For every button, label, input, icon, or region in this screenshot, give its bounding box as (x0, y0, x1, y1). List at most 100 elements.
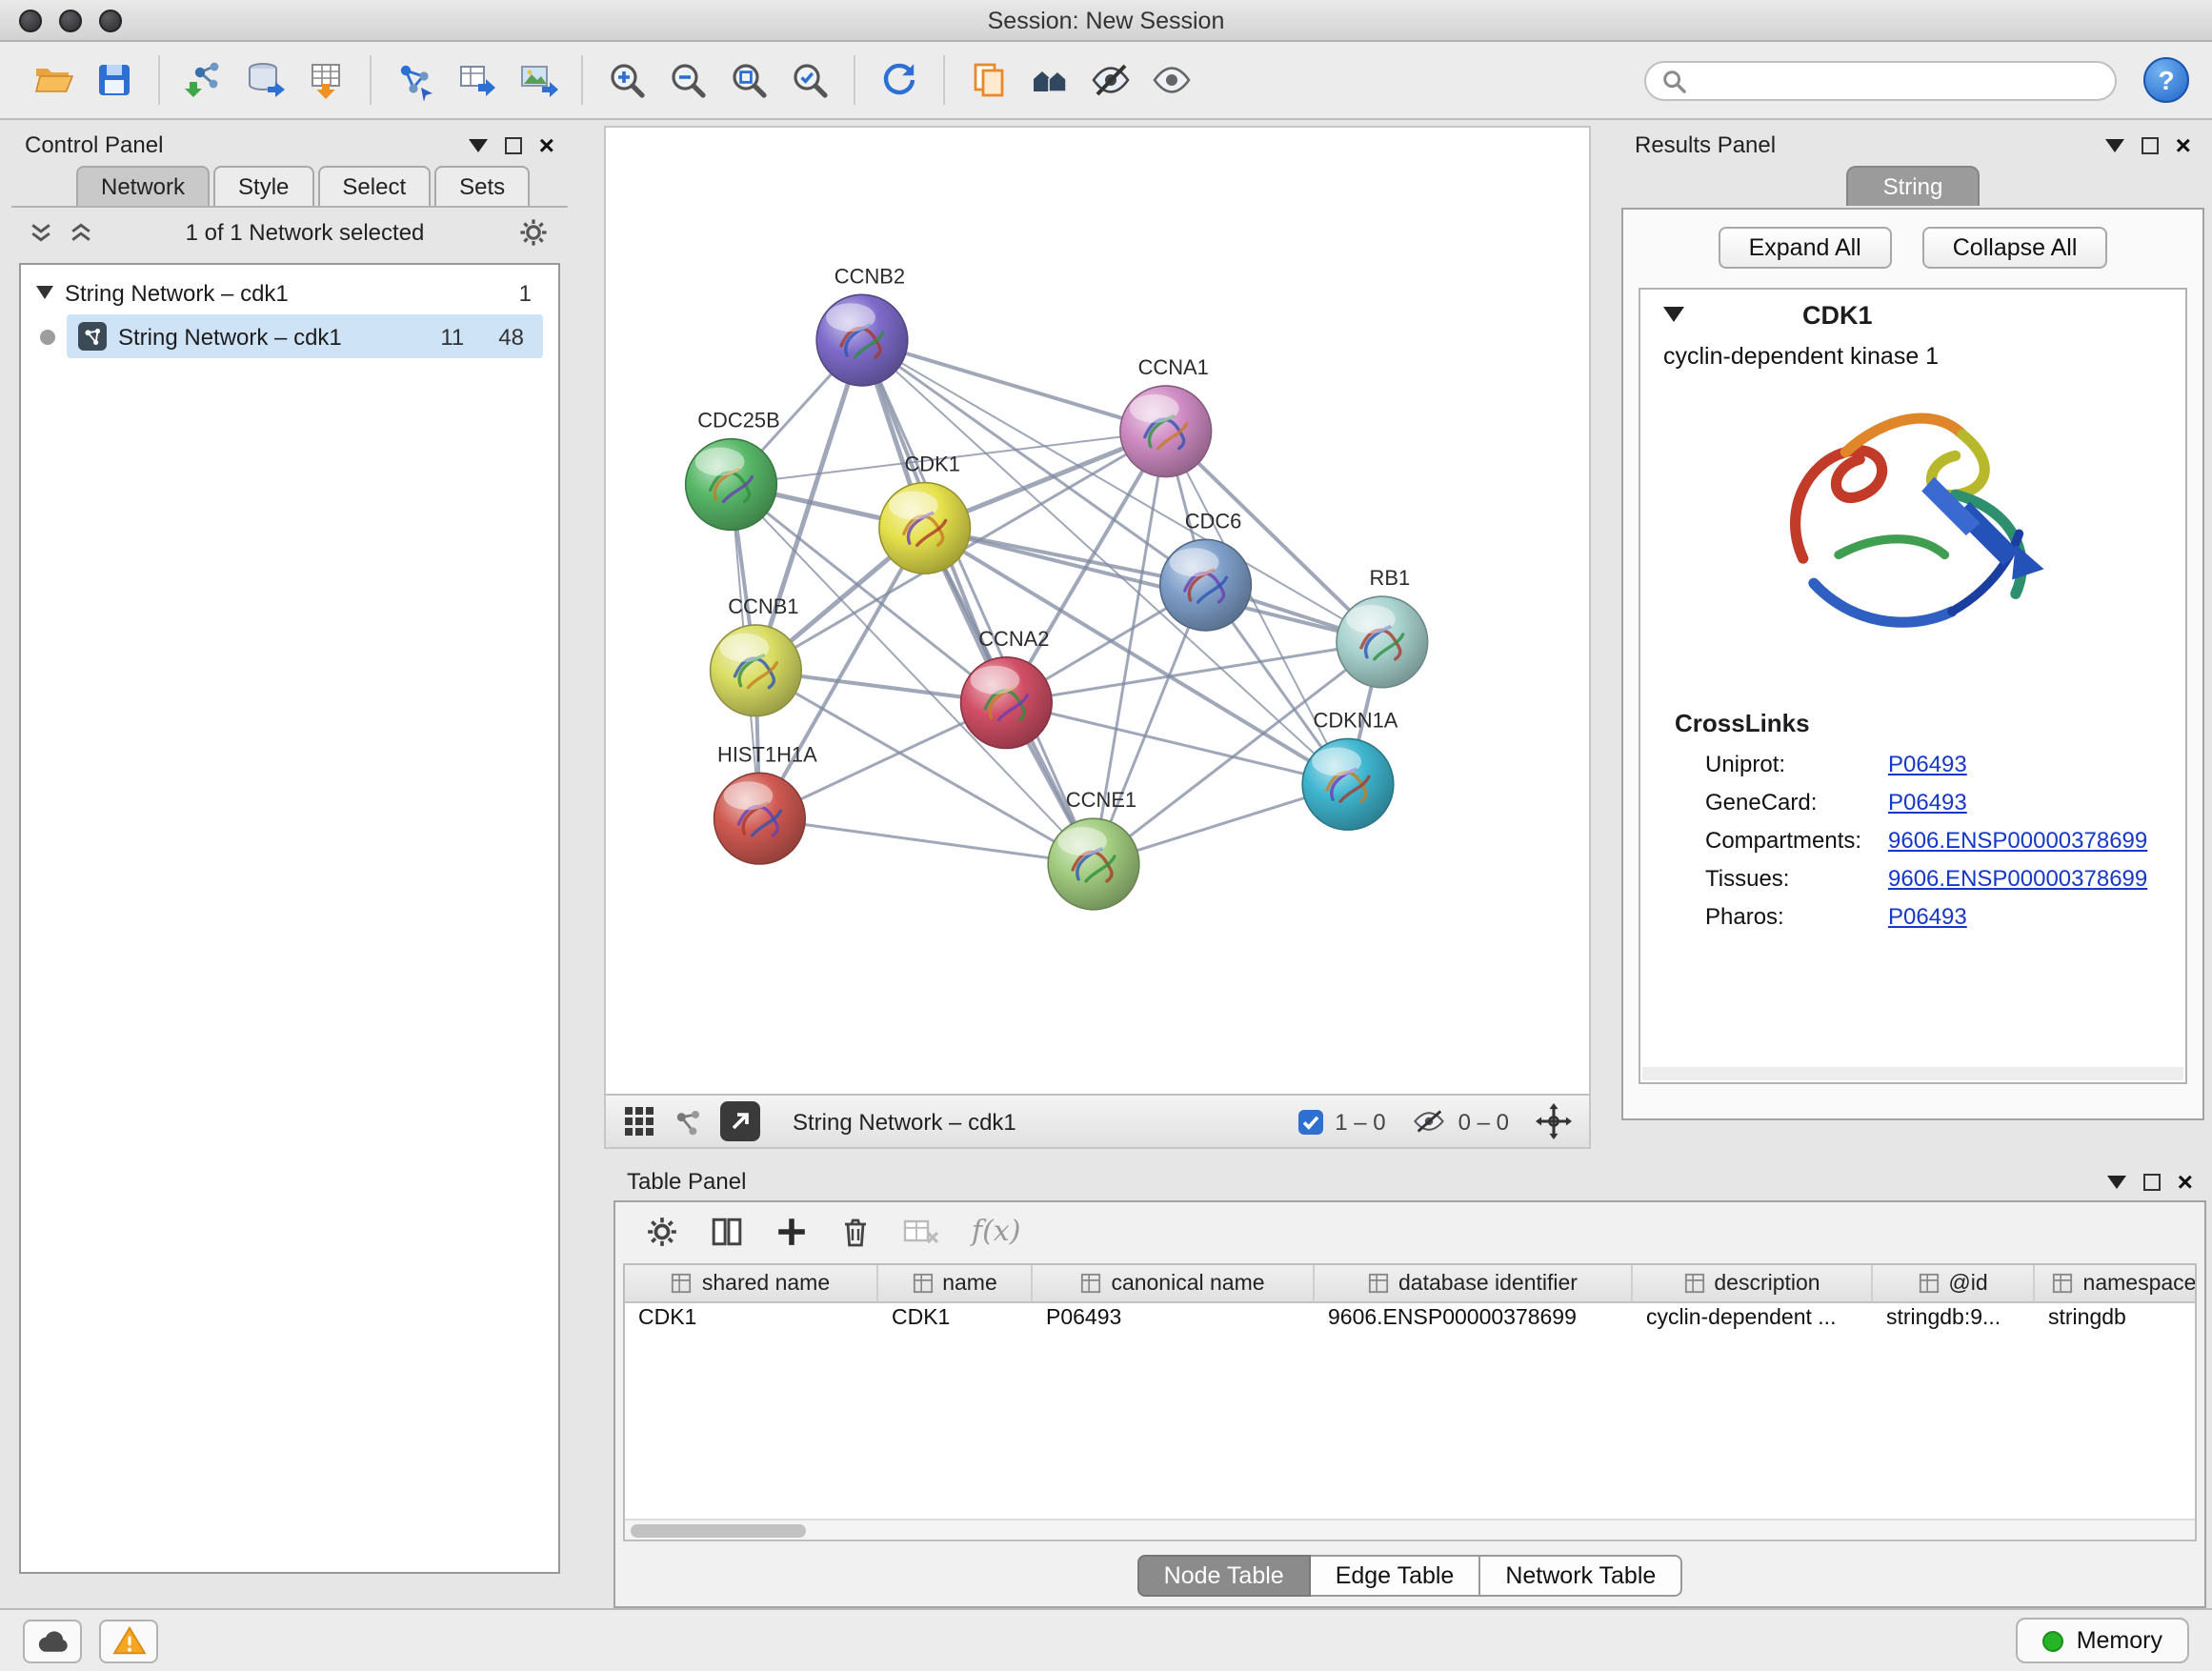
network-node-ccnb1[interactable]: CCNB1 (711, 594, 802, 716)
detach-view-button[interactable] (720, 1101, 760, 1141)
network-edge[interactable] (1006, 642, 1381, 703)
column-header-description[interactable]: description (1633, 1265, 1873, 1301)
table-cell[interactable]: cyclin-dependent ... (1633, 1303, 1873, 1341)
tab-style[interactable]: Style (213, 166, 313, 206)
expand-all-button[interactable]: Expand All (1719, 227, 1892, 269)
tab-sets[interactable]: Sets (434, 166, 530, 206)
network-node-cdc6[interactable]: CDC6 (1160, 509, 1252, 631)
add-column-icon[interactable] (775, 1215, 808, 1247)
open-session-button[interactable] (23, 50, 84, 111)
float-panel-icon[interactable] (2142, 136, 2159, 153)
apply-layout-button[interactable] (869, 50, 930, 111)
crosslink-value-link[interactable]: 9606.ENSP00000378699 (1888, 865, 2147, 892)
delete-column-trash-icon[interactable] (840, 1215, 871, 1247)
search-input[interactable] (1696, 69, 2100, 91)
section-collapse-caret-icon[interactable] (1663, 307, 1684, 322)
table-cell[interactable]: CDK1 (878, 1303, 1033, 1341)
memory-button[interactable]: Memory (2016, 1618, 2189, 1663)
column-header-database-identifier[interactable]: database identifier (1315, 1265, 1633, 1301)
tree-expand-caret-icon[interactable] (36, 286, 53, 299)
network-edge[interactable] (862, 340, 1094, 864)
tab-string[interactable]: String (1847, 166, 1980, 206)
panel-menu-caret-icon[interactable] (2105, 138, 2124, 151)
close-panel-icon[interactable]: × (2178, 1172, 2193, 1191)
zoom-fit-button[interactable] (718, 50, 779, 111)
hide-selected-button[interactable] (1080, 50, 1141, 111)
expand-all-icon[interactable] (70, 223, 91, 242)
show-all-button[interactable] (1141, 50, 1202, 111)
pan-crosshair-icon[interactable] (1536, 1103, 1572, 1139)
close-window-button[interactable] (19, 9, 42, 31)
hidden-eye-slash-icon[interactable] (1413, 1109, 1447, 1134)
table-cell[interactable]: 9606.ENSP00000378699 (1315, 1303, 1633, 1341)
zoom-selected-button[interactable] (779, 50, 840, 111)
minimize-window-button[interactable] (59, 9, 82, 31)
cloud-status-button[interactable] (23, 1619, 82, 1662)
table-cell[interactable]: stringdb:9... (1873, 1303, 2035, 1341)
function-builder-button[interactable]: f(x) (972, 1214, 1020, 1248)
table-tab-node-table[interactable]: Node Table (1137, 1555, 1311, 1597)
network-node-ccna1[interactable]: CCNA1 (1120, 355, 1212, 477)
crosslink-value-link[interactable]: P06493 (1888, 903, 1967, 930)
network-edge[interactable] (759, 818, 1094, 864)
network-node-ccnb2[interactable]: CCNB2 (816, 264, 908, 386)
protein-section-header[interactable]: CDK1 (1640, 290, 2185, 339)
table-cell[interactable]: P06493 (1033, 1303, 1315, 1341)
column-header-namespace[interactable]: namespace (2035, 1265, 2197, 1301)
crosslink-value-link[interactable]: P06493 (1888, 789, 1967, 815)
panel-menu-caret-icon[interactable] (469, 138, 488, 151)
import-network-from-database-button[interactable] (234, 50, 295, 111)
table-tab-edge-table[interactable]: Edge Table (1311, 1555, 1481, 1597)
grid-view-icon[interactable] (623, 1105, 655, 1137)
network-row-highlight[interactable]: String Network – cdk1 11 48 (67, 314, 543, 358)
export-image-button[interactable] (507, 50, 568, 111)
help-button[interactable]: ? (2143, 57, 2189, 103)
zoom-window-button[interactable] (99, 9, 122, 31)
float-panel-icon[interactable] (505, 136, 522, 153)
scrollbar-thumb[interactable] (631, 1524, 806, 1538)
network-node-cdc25b[interactable]: CDC25B (686, 409, 780, 531)
zoom-in-button[interactable] (596, 50, 657, 111)
table-horizontal-scrollbar[interactable] (625, 1519, 2195, 1540)
birdseye-view-button[interactable] (1019, 50, 1080, 111)
column-header-canonical-name[interactable]: canonical name (1033, 1265, 1315, 1301)
crosslink-value-link[interactable]: P06493 (1888, 751, 1967, 777)
collapse-all-button[interactable]: Collapse All (1922, 227, 2108, 269)
table-tab-network-table[interactable]: Network Table (1480, 1555, 1682, 1597)
column-header-shared-name[interactable]: shared name (625, 1265, 878, 1301)
network-collection-row[interactable]: String Network – cdk1 1 (21, 271, 558, 314)
collapse-all-icon[interactable] (30, 223, 51, 242)
close-panel-icon[interactable]: × (539, 135, 554, 154)
save-session-button[interactable] (84, 50, 145, 111)
results-scrollbar[interactable] (1642, 1067, 2183, 1080)
show-columns-icon[interactable] (711, 1215, 743, 1247)
float-panel-icon[interactable] (2143, 1173, 2161, 1190)
gear-icon[interactable] (518, 217, 549, 248)
tab-network[interactable]: Network (76, 166, 210, 206)
crosslink-value-link[interactable]: 9606.ENSP00000378699 (1888, 827, 2147, 854)
import-table-from-file-button[interactable] (295, 50, 356, 111)
zoom-out-button[interactable] (657, 50, 718, 111)
import-network-from-file-button[interactable] (173, 50, 234, 111)
clone-network-button[interactable] (446, 50, 507, 111)
network-node-cdkn1a[interactable]: CDKN1A (1302, 709, 1398, 831)
new-network-from-selection-button[interactable] (385, 50, 446, 111)
warnings-button[interactable] (99, 1619, 158, 1662)
table-cell[interactable]: CDK1 (625, 1303, 878, 1341)
show-annotations-button[interactable] (958, 50, 1019, 111)
table-row[interactable]: CDK1CDK1P064939606.ENSP00000378699cyclin… (625, 1303, 2195, 1341)
network-node-hist1h1a[interactable]: HIST1H1A (714, 742, 818, 864)
tab-select[interactable]: Select (317, 166, 431, 206)
network-row-selected[interactable]: String Network – cdk1 11 48 (21, 314, 558, 358)
network-edge[interactable] (862, 340, 1166, 432)
network-canvas[interactable]: CCNB2CCNA1CDC25BCDK1CDC6RB1CCNB1CCNA2CDK… (606, 128, 1589, 1094)
network-edge[interactable] (925, 528, 1382, 642)
close-panel-icon[interactable]: × (2176, 135, 2191, 154)
panel-menu-caret-icon[interactable] (2107, 1175, 2126, 1188)
column-header-name[interactable]: name (878, 1265, 1033, 1301)
network-node-rb1[interactable]: RB1 (1337, 566, 1428, 688)
table-settings-gear-icon[interactable] (646, 1215, 678, 1247)
network-node-ccna2[interactable]: CCNA2 (961, 627, 1053, 749)
selected-checkbox-icon[interactable] (1297, 1108, 1323, 1135)
share-icon[interactable] (673, 1106, 703, 1137)
